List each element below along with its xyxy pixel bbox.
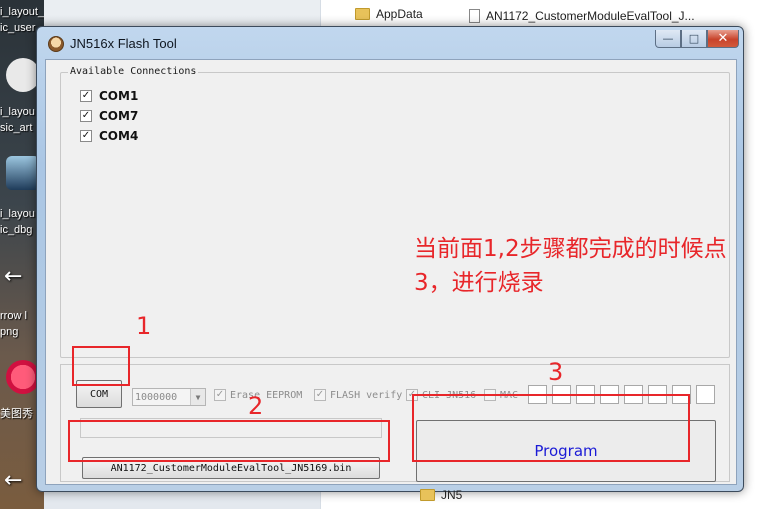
- erase-eeprom-checkbox[interactable]: ✓: [214, 389, 226, 401]
- desktop-image-icon[interactable]: [6, 156, 40, 190]
- desktop-label: ic_dbg: [0, 224, 33, 236]
- connection-checkbox[interactable]: ✓: [80, 110, 92, 122]
- explorer-folder-item[interactable]: AppData: [355, 5, 423, 23]
- flash-verify-label: FLASH verify: [330, 389, 403, 401]
- annotation-marker-3: 3: [548, 358, 564, 386]
- folder-icon: [355, 8, 370, 20]
- desktop-label: i_layou: [0, 208, 35, 220]
- desktop-label: png: [0, 326, 19, 338]
- explorer-item-label: AN1172_CustomerModuleEvalTool_J...: [486, 9, 695, 23]
- window-title: JN516x Flash Tool: [70, 36, 177, 51]
- folder-icon: [420, 489, 435, 501]
- annotation-box-program: [412, 394, 690, 462]
- connection-label: COM4: [99, 129, 139, 143]
- connection-label: COM1: [99, 89, 139, 103]
- title-bar[interactable]: JN516x Flash Tool — □ ✕: [37, 27, 743, 59]
- desktop-file-icon[interactable]: [6, 58, 40, 92]
- annotation-marker-2: 2: [248, 392, 264, 420]
- connection-item-com7[interactable]: ✓ COM7: [80, 109, 138, 123]
- arrow-left-icon: ←: [4, 264, 23, 289]
- close-button[interactable]: ✕: [707, 30, 739, 48]
- desktop-label: ic_user: [0, 22, 36, 34]
- connection-checkbox[interactable]: ✓: [80, 130, 92, 142]
- available-connections-legend: Available Connections: [68, 66, 199, 77]
- annotation-box-file: [68, 420, 390, 462]
- explorer-bottom-item[interactable]: JN5: [420, 488, 462, 502]
- desktop-label: rrow l: [0, 310, 27, 322]
- desktop-label: 美图秀: [0, 408, 33, 420]
- connection-checkbox[interactable]: ✓: [80, 90, 92, 102]
- desktop-label: sic_art: [0, 122, 33, 134]
- flash-verify-option[interactable]: ✓ FLASH verify: [314, 389, 402, 401]
- baud-rate-select[interactable]: 1000000 ▼: [132, 388, 206, 406]
- desktop-label: i_layou: [0, 106, 35, 118]
- arrow-left-icon: ←: [4, 468, 23, 493]
- explorer-item-label: AppData: [376, 7, 423, 21]
- maximize-button[interactable]: □: [681, 30, 707, 48]
- explorer-file-item[interactable]: AN1172_CustomerModuleEvalTool_J...: [469, 7, 695, 25]
- annotation-box-com: [72, 346, 130, 386]
- connection-label: COM7: [99, 109, 139, 123]
- app-icon: [48, 36, 64, 52]
- file-icon: [469, 9, 480, 23]
- annotation-marker-1: 1: [136, 312, 152, 340]
- baud-rate-value: 1000000: [135, 391, 178, 403]
- erase-eeprom-label: Erase EEPROM: [230, 389, 303, 401]
- chevron-down-icon[interactable]: ▼: [190, 389, 205, 405]
- meitu-app-icon[interactable]: [6, 360, 40, 394]
- explorer-item-label: JN5: [441, 488, 463, 502]
- annotation-instruction-text: 当前面1,2步骤都完成的时候点3，进行烧录: [414, 236, 727, 296]
- mac-byte-input[interactable]: [696, 385, 715, 404]
- connection-item-com4[interactable]: ✓ COM4: [80, 129, 138, 143]
- connection-item-com1[interactable]: ✓ COM1: [80, 89, 138, 103]
- available-connections-group: [60, 72, 730, 358]
- minimize-button[interactable]: —: [655, 30, 681, 48]
- flash-verify-checkbox[interactable]: ✓: [314, 389, 326, 401]
